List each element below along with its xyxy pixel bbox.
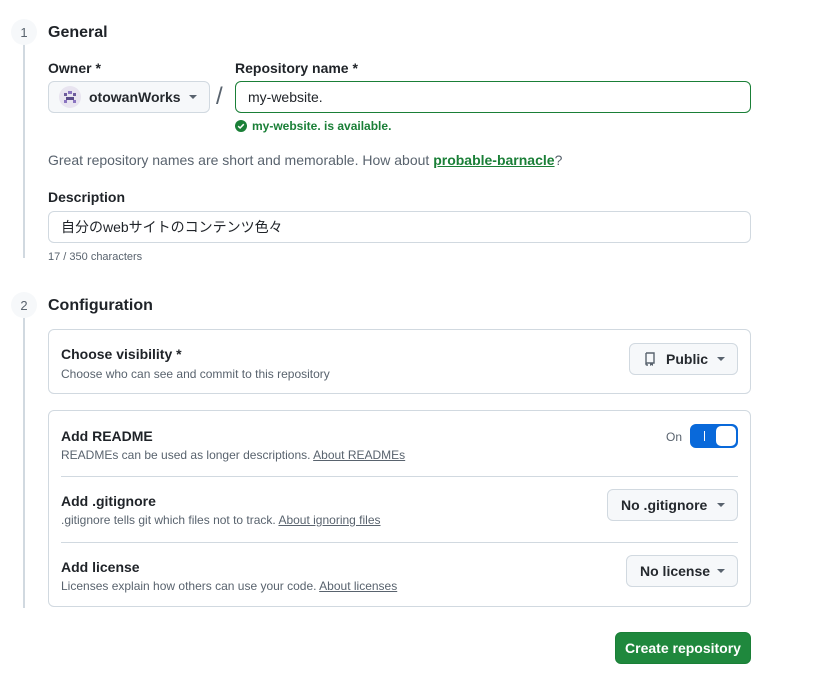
- description-label: Description: [48, 189, 126, 205]
- license-dropdown[interactable]: No license: [626, 555, 738, 587]
- create-repository-button[interactable]: Create repository: [615, 632, 751, 664]
- gitignore-dropdown[interactable]: No .gitignore: [607, 489, 738, 521]
- license-title: Add license: [61, 559, 140, 575]
- about-readmes-link[interactable]: About READMEs: [313, 448, 405, 462]
- description-input[interactable]: 自分のwebサイトのコンテンツ色々: [48, 211, 751, 243]
- repo-name-label: Repository name *: [235, 60, 358, 76]
- readme-desc-text: READMEs can be used as longer descriptio…: [61, 448, 314, 462]
- repo-name-value: my-website.: [248, 89, 323, 105]
- gitignore-desc-text: .gitignore tells git which files not to …: [61, 513, 279, 527]
- visibility-dropdown[interactable]: Public: [629, 343, 738, 375]
- availability-text: my-website. is available.: [252, 119, 392, 133]
- about-licenses-link[interactable]: About licenses: [319, 579, 397, 593]
- suggestion-text: Great repository names are short and mem…: [48, 152, 434, 168]
- gitignore-value: No .gitignore: [621, 497, 708, 513]
- owner-label: Owner *: [48, 60, 101, 76]
- readme-toggle-state: On: [666, 430, 683, 444]
- section-title-configuration: Configuration: [48, 297, 153, 314]
- owner-avatar: [59, 86, 81, 108]
- description-value: 自分のwebサイトのコンテンツ色々: [61, 219, 283, 235]
- suggested-name-link[interactable]: probable-barnacle: [433, 152, 554, 168]
- chevron-down-icon: [717, 357, 725, 361]
- row-divider: [61, 476, 738, 477]
- step-rail-2: [23, 318, 25, 608]
- readme-desc: READMEs can be used as longer descriptio…: [61, 448, 405, 462]
- suggestion-end: ?: [554, 152, 563, 168]
- visibility-value: Public: [666, 351, 709, 367]
- owner-name: otowanWorks: [89, 89, 181, 105]
- toggle-knob: [715, 425, 737, 447]
- section-title-general: General: [48, 24, 108, 41]
- license-desc-text: Licenses explain how others can use your…: [61, 579, 320, 593]
- options-card: Add README READMEs can be used as longer…: [48, 410, 751, 607]
- repo-name-input[interactable]: my-website.: [235, 81, 751, 113]
- step-number-2: 2: [11, 292, 37, 318]
- toggle-on-mark: [704, 431, 705, 441]
- readme-title: Add README: [61, 428, 153, 444]
- chevron-down-icon: [189, 95, 197, 99]
- description-char-count: 17 / 350 characters: [48, 251, 143, 263]
- check-circle-icon: [235, 120, 247, 132]
- row-divider: [61, 542, 738, 543]
- gitignore-title: Add .gitignore: [61, 493, 156, 509]
- visibility-desc: Choose who can see and commit to this re…: [61, 367, 330, 381]
- name-suggestion: Great repository names are short and mem…: [48, 152, 562, 168]
- visibility-title: Choose visibility *: [61, 346, 182, 362]
- chevron-down-icon: [717, 503, 725, 507]
- owner-repo-separator: /: [216, 83, 223, 110]
- step-number-1: 1: [11, 19, 37, 45]
- license-desc: Licenses explain how others can use your…: [61, 579, 397, 593]
- chevron-down-icon: [717, 569, 725, 573]
- availability-message: my-website. is available.: [235, 119, 391, 133]
- about-ignoring-files-link[interactable]: About ignoring files: [278, 513, 380, 527]
- step-rail-1: [23, 44, 25, 258]
- owner-dropdown[interactable]: otowanWorks: [48, 81, 210, 113]
- visibility-card: Choose visibility * Choose who can see a…: [48, 329, 751, 394]
- gitignore-desc: .gitignore tells git which files not to …: [61, 513, 381, 527]
- license-value: No license: [640, 563, 711, 579]
- repo-icon: [645, 352, 655, 366]
- readme-toggle[interactable]: [690, 424, 738, 448]
